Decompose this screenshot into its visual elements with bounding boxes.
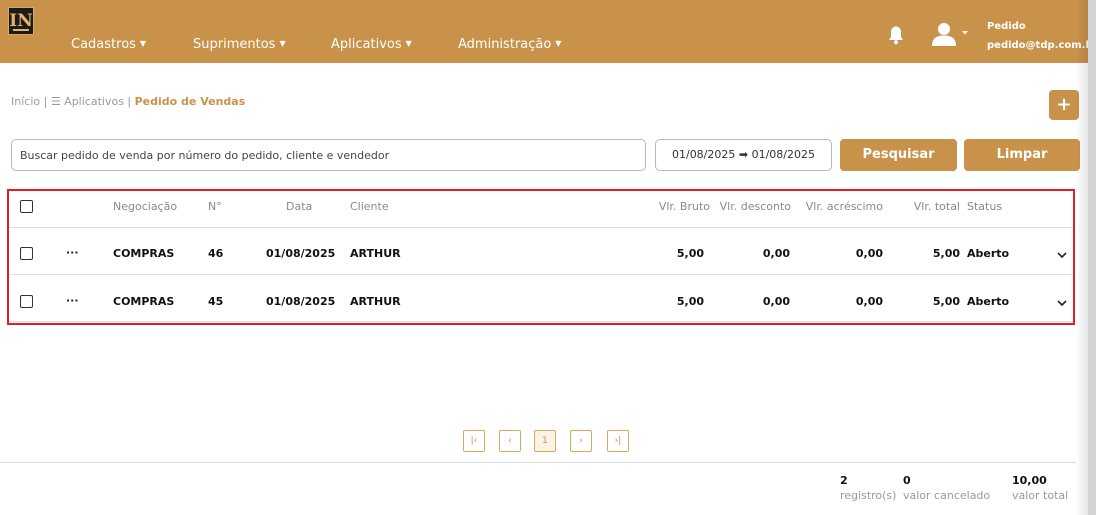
app-logo[interactable]: IN	[8, 7, 34, 35]
row-actions-menu[interactable]: ···	[66, 246, 79, 259]
user-name: Pedido	[987, 21, 1026, 32]
cell-vlr-acrescimo: 0,00	[855, 295, 883, 308]
menu-administracao-label: Administração	[458, 37, 552, 52]
registros-label: registro(s)	[840, 489, 897, 502]
menu-cadastros-label: Cadastros	[71, 37, 136, 52]
menu-administracao[interactable]: Administração ▼	[458, 36, 561, 53]
cell-vlr-bruto: 5,00	[676, 295, 704, 308]
bell-icon[interactable]	[888, 25, 904, 45]
col-vlr-desconto: Vlr. desconto	[719, 200, 791, 213]
cell-vlr-desconto: 0,00	[762, 247, 790, 260]
caret-down-icon: ▼	[279, 39, 286, 48]
menu-aplicativos[interactable]: Aplicativos ▼	[331, 36, 412, 53]
total-value: 10,00	[1012, 474, 1047, 487]
add-order-button[interactable]: +	[1049, 90, 1079, 120]
col-data: Data	[286, 200, 313, 213]
search-input[interactable]	[11, 139, 646, 171]
next-page-button[interactable]: ›	[570, 430, 592, 452]
cancelado-value: 0	[903, 474, 911, 487]
col-negociacao: Negociação	[113, 200, 178, 213]
col-vlr-bruto: Vlr. Bruto	[658, 200, 710, 213]
total-label: valor total	[1012, 489, 1069, 502]
caret-down-icon: ▼	[555, 39, 562, 48]
cell-vlr-total: 5,00	[932, 295, 960, 308]
clear-button[interactable]: Limpar	[964, 139, 1080, 171]
col-vlr-total: Vlr. total	[913, 200, 960, 213]
date-range-picker[interactable]: 01/08/2025 ➡ 01/08/2025	[655, 139, 832, 171]
cell-status: Aberto	[967, 295, 1010, 308]
cell-negociacao: COMPRAS	[113, 247, 175, 260]
first-page-button[interactable]: |‹	[463, 430, 485, 452]
menu-cadastros[interactable]: Cadastros ▼	[71, 36, 146, 53]
cell-data: 01/08/2025	[266, 247, 336, 260]
menu-aplicativos-label: Aplicativos	[331, 37, 402, 52]
cell-numero: 45	[208, 295, 224, 308]
breadcrumb: Início | ☰ Aplicativos | Pedido de Venda…	[11, 95, 245, 109]
col-numero: N°	[208, 200, 222, 213]
cell-vlr-desconto: 0,00	[762, 295, 790, 308]
registros-value: 2	[840, 474, 848, 487]
scrollbar[interactable]	[1088, 0, 1096, 515]
page-1-button[interactable]: 1	[534, 430, 556, 452]
row-actions-menu[interactable]: ···	[66, 294, 79, 307]
breadcrumb-current: Pedido de Vendas	[134, 95, 246, 108]
breadcrumb-apps[interactable]: ☰ Aplicativos |	[51, 95, 131, 108]
user-icon[interactable]	[932, 22, 970, 46]
row-checkbox[interactable]	[20, 247, 33, 260]
prev-page-button[interactable]: ‹	[499, 430, 521, 452]
last-page-button[interactable]: ›|	[607, 430, 629, 452]
cell-cliente: ARTHUR	[350, 295, 401, 308]
user-caret-icon	[962, 31, 968, 35]
top-navbar: IN Cadastros ▼ Suprimentos ▼ Aplicativos ▼ …	[0, 0, 1096, 63]
chevron-down-icon[interactable]	[1056, 249, 1068, 261]
col-vlr-acrescimo: Vlr. acréscimo	[805, 200, 883, 213]
cell-cliente: ARTHUR	[350, 247, 401, 260]
cell-vlr-total: 5,00	[932, 247, 960, 260]
row-checkbox[interactable]	[20, 295, 33, 308]
menu-suprimentos[interactable]: Suprimentos ▼	[193, 36, 286, 53]
caret-down-icon: ▼	[139, 39, 147, 48]
cell-vlr-bruto: 5,00	[676, 247, 704, 260]
col-cliente: Cliente	[350, 200, 389, 213]
select-all-checkbox[interactable]	[20, 200, 33, 213]
caret-down-icon: ▼	[405, 39, 412, 48]
cell-status: Aberto	[967, 247, 1010, 260]
cell-numero: 46	[208, 247, 224, 260]
search-button[interactable]: Pesquisar	[840, 139, 957, 171]
menu-suprimentos-label: Suprimentos	[193, 37, 276, 52]
cell-vlr-acrescimo: 0,00	[855, 247, 883, 260]
logo-text: IN	[9, 11, 33, 31]
cell-negociacao: COMPRAS	[113, 295, 175, 308]
cancelado-label: valor cancelado	[903, 489, 991, 502]
cell-data: 01/08/2025	[266, 295, 336, 308]
col-status: Status	[967, 200, 1003, 213]
chevron-down-icon[interactable]	[1056, 297, 1068, 309]
breadcrumb-home[interactable]: Início |	[11, 95, 47, 108]
